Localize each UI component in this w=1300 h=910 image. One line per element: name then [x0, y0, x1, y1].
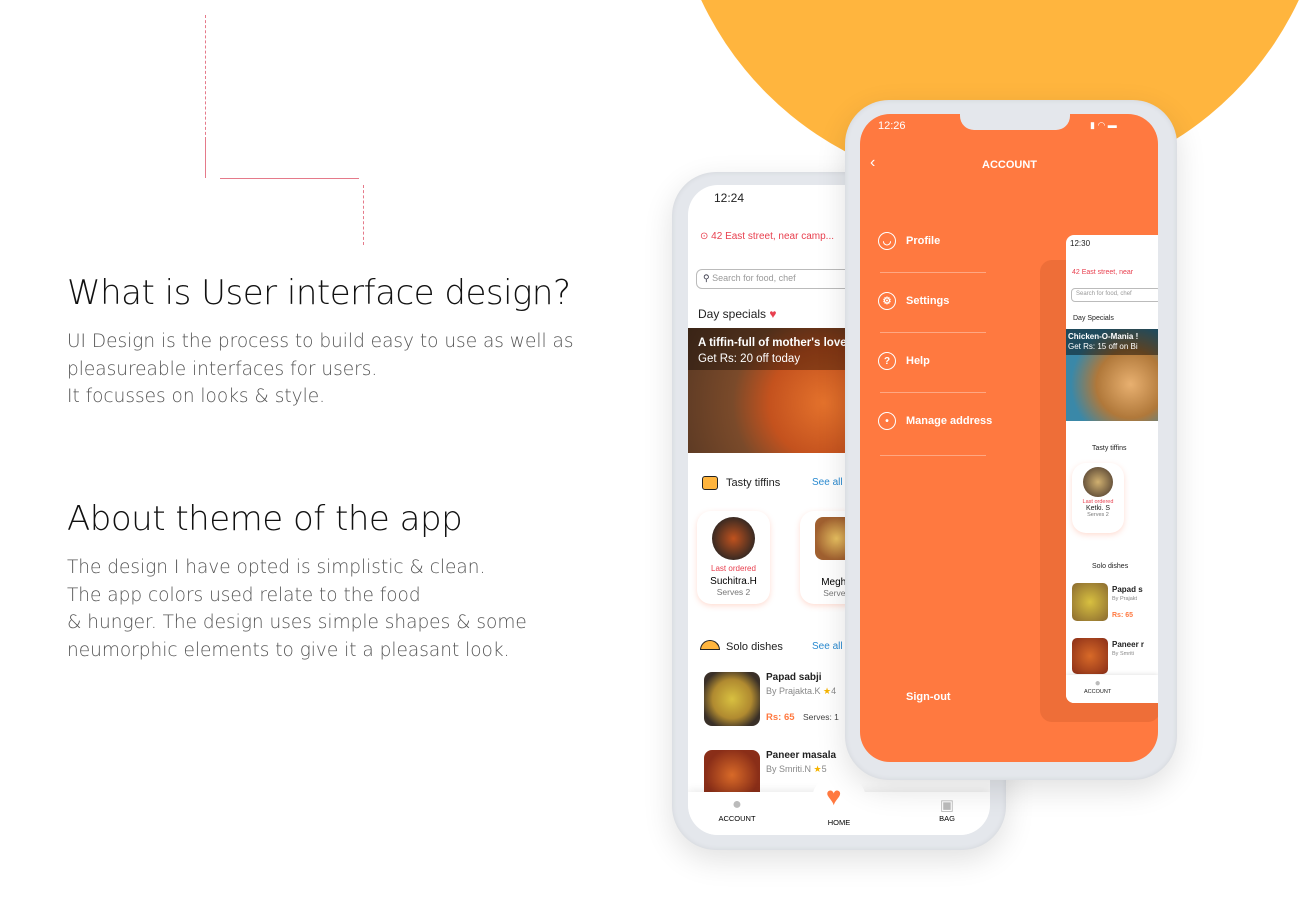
status-time: 12:26	[878, 120, 906, 132]
search-input[interactable]: ⚲ Search for food, chef	[696, 269, 856, 289]
decorative-line	[205, 140, 206, 178]
dish-author: By Smriti.N ★5	[766, 764, 827, 775]
heading-ui-design: What is User interface design?	[67, 273, 571, 313]
preview-banner: Chicken-O-Mania ! Get Rs: 15 off on Bi	[1066, 329, 1158, 421]
preview-tiffins-heading: Tasty tiffins	[1092, 445, 1127, 452]
see-all-tiffins-link[interactable]: See all	[812, 477, 843, 488]
menu-item-profile[interactable]: ◡ Profile	[878, 232, 940, 250]
divider	[880, 332, 986, 333]
divider	[880, 455, 986, 456]
dish-by: By Prajakta.K	[766, 686, 821, 696]
user-icon: ◡	[878, 232, 896, 250]
gear-icon: ⚙	[878, 292, 896, 310]
preview-day-specials: Day Specials	[1073, 315, 1114, 322]
home-preview[interactable]: 12:30 42 East street, near Search for fo…	[1066, 235, 1158, 703]
divider	[880, 392, 986, 393]
tiffin-icon	[702, 476, 718, 490]
heading-theme: About theme of the app	[67, 499, 463, 539]
dish-rating: 5	[821, 764, 827, 774]
dish-by: By Smriti.N	[766, 764, 811, 774]
preview-address: 42 East street, near	[1072, 269, 1134, 276]
dish-rating: 4	[831, 686, 837, 696]
location-icon: ⊙	[700, 231, 712, 242]
address-text: 42 East street, near camp...	[711, 231, 835, 242]
divider	[880, 272, 986, 273]
nav-bag-label: BAG	[939, 814, 955, 823]
notch	[960, 114, 1070, 130]
menu-item-settings[interactable]: ⚙ Settings	[878, 292, 949, 310]
status-icons: ▮ ◠ ▬	[1090, 120, 1117, 130]
nav-account-label: ACCOUNT	[718, 814, 756, 823]
nav-home-label[interactable]: HOME	[816, 818, 862, 827]
preview-search: Search for food, chef	[1071, 288, 1158, 302]
menu-item-manage-address[interactable]: • Manage address	[878, 412, 992, 430]
menu-label: Profile	[906, 235, 941, 247]
decorative-dashed-line	[363, 185, 364, 245]
serves-text: Serves 2	[716, 587, 751, 597]
dish-price: Rs: 65	[766, 712, 795, 723]
preview-nav: ● ACCOUNT	[1066, 675, 1158, 703]
preview-dish-by: By Prajakt	[1112, 596, 1138, 602]
address-bar[interactable]: ⊙ 42 East street, near camp...	[700, 231, 834, 242]
tiffin-card[interactable]: Last ordered Suchitra.H Serves 2	[697, 511, 770, 604]
preview-banner-sub: Get Rs: 15 off on Bi	[1068, 342, 1138, 351]
help-icon: ?	[878, 352, 896, 370]
preview-banner-title: Chicken-O-Mania !	[1068, 332, 1139, 341]
preview-dish-image	[1072, 638, 1108, 674]
preview-serves: Serves 2	[1087, 512, 1109, 518]
preview-dish-by: By Smriti	[1112, 651, 1134, 657]
banner-title: A tiffin-full of mother's love	[698, 337, 847, 349]
account-phone: 12:26 ▮ ◠ ▬ ‹ ACCOUNT ◡ Profile ⚙ Settings…	[845, 100, 1177, 780]
preview-time: 12:30	[1070, 239, 1091, 248]
menu-label: Settings	[906, 295, 950, 307]
preview-dish-price: Rs: 65	[1112, 612, 1134, 619]
account-screen: 12:26 ▮ ◠ ▬ ‹ ACCOUNT ◡ Profile ⚙ Settings…	[860, 114, 1158, 762]
back-icon[interactable]: ‹	[870, 154, 875, 172]
menu-item-help[interactable]: ? Help	[878, 352, 930, 370]
cloche-icon	[700, 640, 720, 650]
status-time: 12:24	[714, 191, 745, 205]
solo-dishes-heading: Solo dishes	[726, 641, 783, 653]
page-title: ACCOUNT	[982, 159, 1037, 171]
dish-name: Paneer masala	[766, 750, 837, 761]
preview-tiffin-card: Last ordered Ketki. S Serves 2	[1072, 463, 1124, 533]
tiffin-image	[712, 517, 755, 560]
preview-solo-heading: Solo dishes	[1092, 563, 1129, 570]
dish-name: Papad sabji	[766, 672, 822, 683]
decorative-dashed-line	[205, 15, 206, 140]
menu-label: Manage address	[906, 415, 993, 427]
menu-label: Help	[906, 355, 930, 367]
dish-author: By Prajakta.K ★4	[766, 686, 836, 697]
star-icon: ★	[813, 764, 822, 774]
decorative-line	[220, 178, 359, 179]
heart-logo-icon: ♥	[826, 781, 842, 811]
last-ordered-badge: Last ordered	[711, 564, 756, 573]
preview-dish-name: Papad s	[1112, 585, 1143, 594]
heart-icon: ♥	[769, 307, 777, 321]
tasty-tiffins-heading: Tasty tiffins	[726, 477, 781, 489]
search-icon: ⚲	[703, 273, 713, 283]
sign-out-button[interactable]: Sign-out	[906, 691, 951, 703]
nav-bag[interactable]: ▣ BAG	[924, 796, 970, 823]
star-icon: ★	[823, 686, 832, 696]
search-placeholder: Search for food, chef	[712, 273, 796, 283]
paragraph-theme: The design I have opted is simplistic & …	[67, 557, 527, 661]
location-icon: •	[878, 412, 896, 430]
preview-dish-name: Paneer r	[1112, 640, 1145, 649]
user-icon: ●	[732, 796, 742, 813]
preview-chef: Ketki. S	[1085, 505, 1111, 512]
preview-dish-image	[1072, 583, 1108, 621]
paragraph-ui-design: UI Design is the process to build easy t…	[67, 331, 574, 407]
nav-account[interactable]: ● ACCOUNT	[714, 796, 760, 823]
day-specials-label: Day specials	[698, 307, 767, 321]
home-button[interactable]: ♥	[812, 773, 866, 813]
day-specials-heading: Day specials ♥	[698, 307, 777, 321]
dish-serves: Serves: 1	[803, 712, 839, 722]
dish-image[interactable]	[704, 672, 760, 726]
see-all-solo-link[interactable]: See all	[812, 641, 843, 652]
preview-nav-account: ACCOUNT	[1084, 689, 1112, 695]
chef-name: Suchitra.H	[710, 576, 757, 587]
bag-icon: ▣	[939, 797, 955, 814]
banner-subtitle: Get Rs: 20 off today	[698, 353, 801, 365]
